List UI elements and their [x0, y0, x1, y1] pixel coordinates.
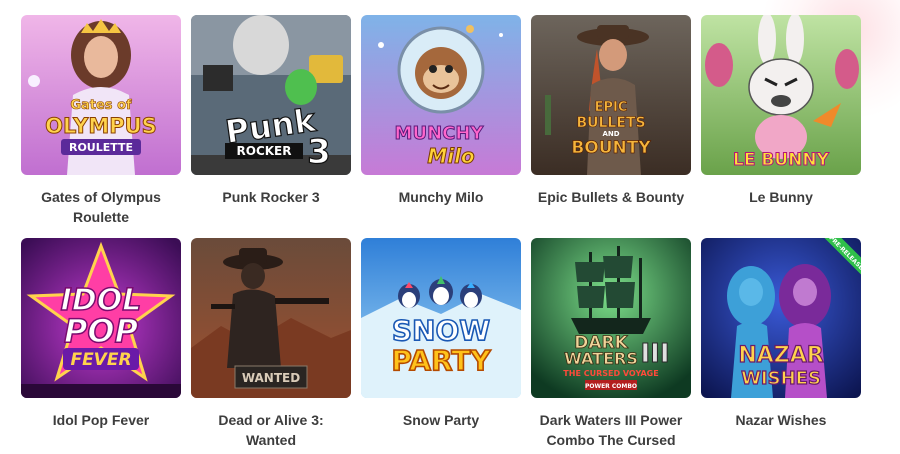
- logo-line-1: SNOW: [392, 314, 490, 347]
- game-thumbnail[interactable]: WANTED: [191, 238, 351, 398]
- game-title[interactable]: Le Bunny: [701, 187, 861, 207]
- logo-line-3: AND: [602, 130, 619, 138]
- logo-line-2: WISHES: [741, 368, 821, 389]
- logo-line-1: LE BUNNY: [733, 150, 830, 170]
- logo-line-1: MUNCHY: [395, 123, 485, 144]
- logo-line-3: III: [640, 339, 669, 369]
- game-thumbnail[interactable]: EPIC BULLETS AND BOUNTY: [531, 15, 691, 175]
- game-title[interactable]: Snow Party: [361, 410, 521, 430]
- game-artwork: Gates of OLYMPUS ROULETTE: [21, 15, 181, 175]
- game-tile-munchy-milo[interactable]: MUNCHY Milo Munchy Milo: [361, 15, 521, 238]
- game-thumbnail[interactable]: Gates of OLYMPUS ROULETTE: [21, 15, 181, 175]
- game-thumbnail[interactable]: LE BUNNY: [701, 15, 861, 175]
- game-tile-punk-rocker-3[interactable]: Punk ROCKER 3 Punk Rocker 3: [191, 15, 351, 238]
- logo-line-2: Milo: [427, 144, 475, 168]
- logo-line-1: EPIC: [595, 100, 628, 115]
- logo-line-2: ROCKER: [237, 144, 292, 158]
- game-thumbnail[interactable]: IDOL POP FEVER: [21, 238, 181, 398]
- game-tile-nazar-wishes[interactable]: NAZAR WISHES PRE-RELEASE Nazar Wishes: [701, 238, 861, 454]
- game-tile-dead-or-alive-3-wanted[interactable]: WANTED Dead or Alive 3: Wanted: [191, 238, 351, 454]
- logo-line-1: WANTED: [242, 371, 300, 385]
- game-title[interactable]: Munchy Milo: [361, 187, 521, 207]
- game-thumbnail[interactable]: MUNCHY Milo: [361, 15, 521, 175]
- game-artwork: EPIC BULLETS AND BOUNTY: [531, 15, 691, 175]
- logo-line-4: THE CURSED VOYAGE: [563, 369, 658, 378]
- game-artwork: IDOL POP FEVER: [21, 238, 181, 398]
- game-artwork: WANTED: [191, 238, 351, 398]
- game-title[interactable]: Nazar Wishes: [701, 410, 861, 430]
- game-tile-dark-waters-iii[interactable]: DARK WATERS III THE CURSED VOYAGE POWER …: [531, 238, 691, 454]
- game-artwork: MUNCHY Milo: [361, 15, 521, 175]
- game-tile-gates-of-olympus-roulette[interactable]: Gates of OLYMPUS ROULETTE Gates of Olymp…: [21, 15, 181, 238]
- game-thumbnail[interactable]: NAZAR WISHES PRE-RELEASE: [701, 238, 861, 398]
- logo-line-1: Gates of: [70, 98, 132, 113]
- logo-line-4: BOUNTY: [571, 138, 651, 158]
- logo-line-5: POWER COMBO: [585, 383, 637, 390]
- game-tile-le-bunny[interactable]: LE BUNNY Le Bunny: [701, 15, 861, 238]
- logo-line-3: ROULETTE: [69, 141, 133, 154]
- logo-line-3: FEVER: [70, 350, 131, 370]
- game-title[interactable]: Gates of Olympus Roulette: [21, 187, 181, 227]
- logo-line-3: 3: [307, 132, 331, 172]
- game-artwork: NAZAR WISHES PRE-RELEASE: [701, 238, 861, 398]
- game-title[interactable]: Epic Bullets & Bounty: [531, 187, 691, 207]
- game-title[interactable]: Punk Rocker 3: [191, 187, 351, 207]
- game-grid-page: Gates of OLYMPUS ROULETTE Gates of Olymp…: [0, 0, 900, 454]
- game-thumbnail[interactable]: DARK WATERS III THE CURSED VOYAGE POWER …: [531, 238, 691, 398]
- game-artwork: Punk ROCKER 3: [191, 15, 351, 175]
- game-grid: Gates of OLYMPUS ROULETTE Gates of Olymp…: [21, 15, 861, 454]
- game-artwork: DARK WATERS III THE CURSED VOYAGE POWER …: [531, 238, 691, 398]
- game-thumbnail[interactable]: SNOW PARTY: [361, 238, 521, 398]
- game-artwork: LE BUNNY: [701, 15, 861, 175]
- game-tile-snow-party[interactable]: SNOW PARTY Snow Party: [361, 238, 521, 454]
- logo-line-2: BULLETS: [576, 115, 645, 131]
- game-tile-epic-bullets-bounty[interactable]: EPIC BULLETS AND BOUNTY Epic Bullets & B…: [531, 15, 691, 238]
- game-title[interactable]: Dead or Alive 3: Wanted: [191, 410, 351, 450]
- game-artwork: SNOW PARTY: [361, 238, 521, 398]
- logo-line-2: PARTY: [391, 344, 491, 377]
- game-tile-idol-pop-fever[interactable]: IDOL POP FEVER Idol Pop Fever: [21, 238, 181, 454]
- logo-line-2: POP: [64, 312, 139, 350]
- logo-line-2: WATERS: [564, 349, 638, 368]
- logo-line-1: NAZAR: [738, 343, 823, 368]
- game-title[interactable]: Idol Pop Fever: [21, 410, 181, 430]
- game-thumbnail[interactable]: Punk ROCKER 3: [191, 15, 351, 175]
- logo-line-2: OLYMPUS: [45, 114, 157, 138]
- game-title[interactable]: Dark Waters III Power Combo The Cursed V…: [531, 410, 691, 452]
